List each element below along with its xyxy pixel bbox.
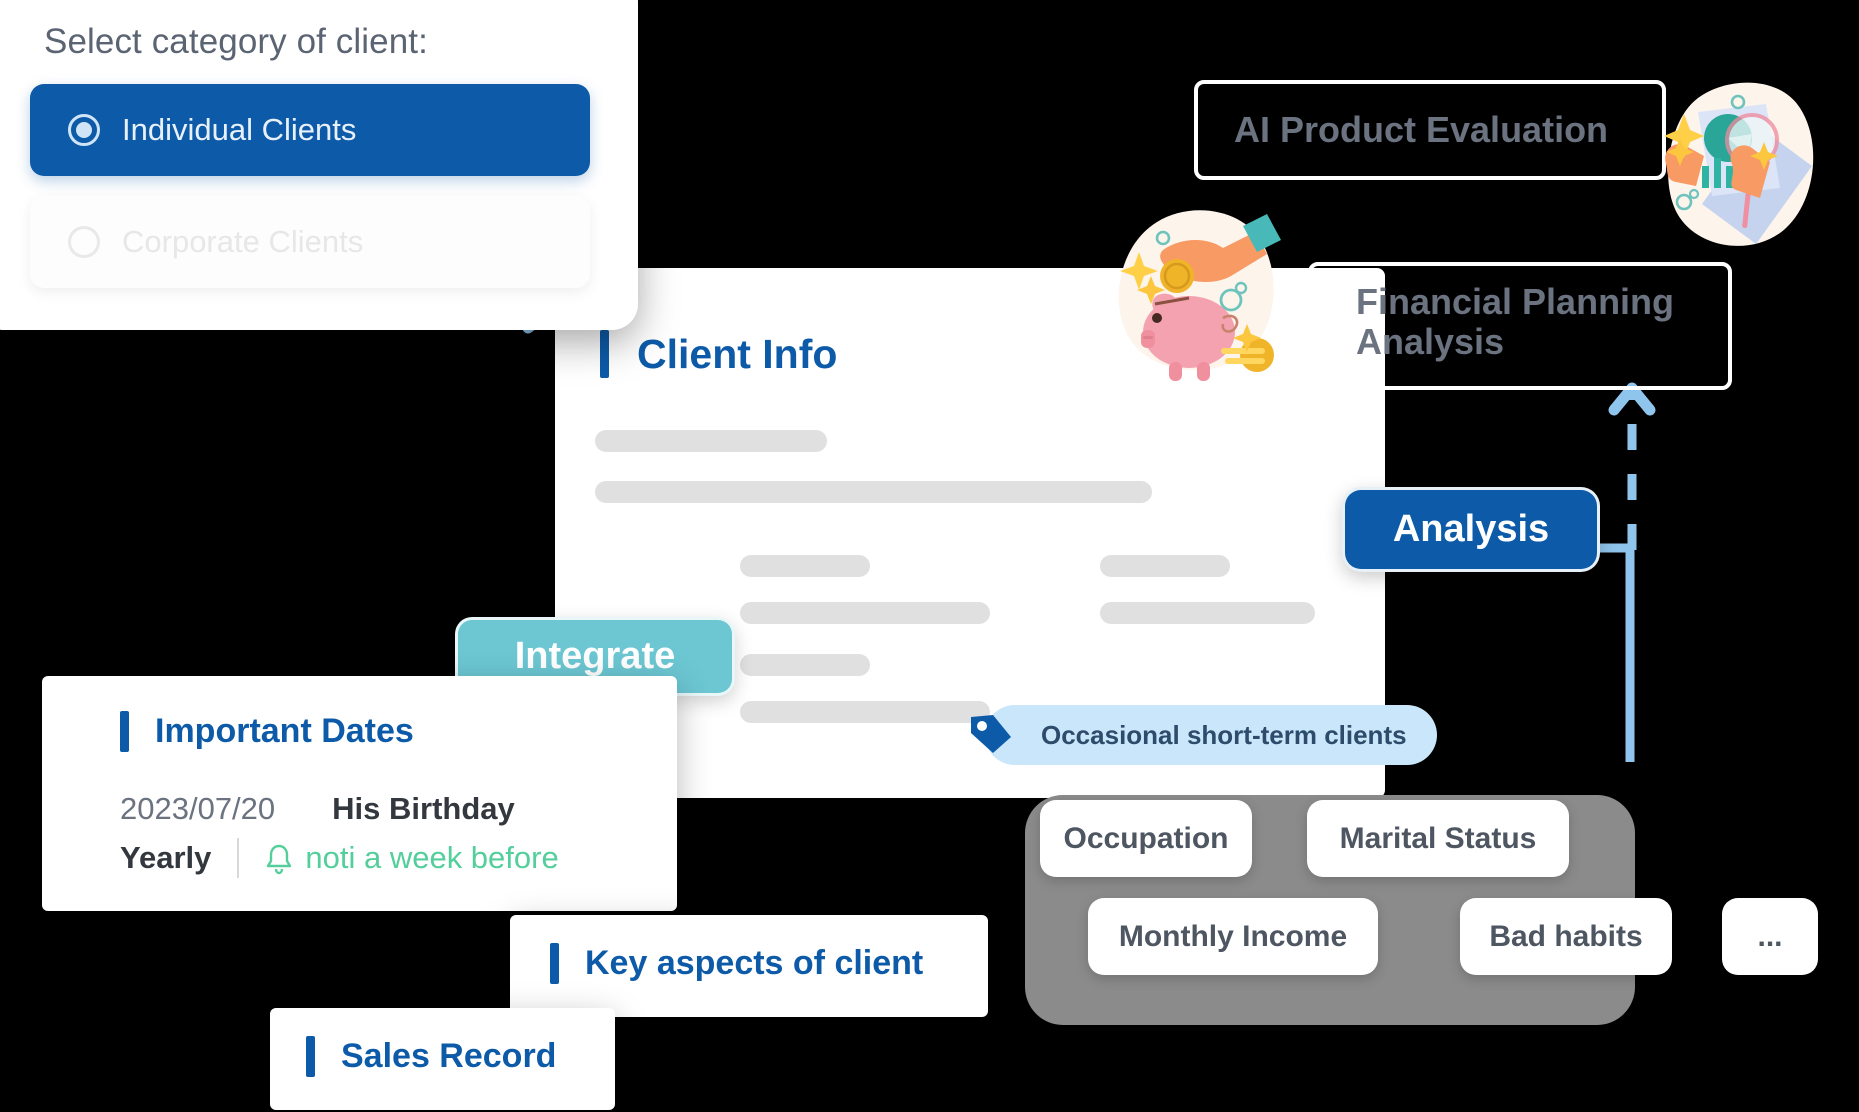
- accent-bar: [306, 1036, 315, 1077]
- radio-selected-icon: [68, 114, 100, 146]
- financial-planning-line2: Analysis: [1356, 321, 1505, 363]
- accent-bar: [600, 330, 609, 378]
- skeleton-bar: [1100, 555, 1230, 577]
- analysis-button[interactable]: Analysis: [1342, 487, 1600, 572]
- divider: [237, 838, 240, 878]
- aspect-chip-label: ...: [1757, 919, 1783, 953]
- client-category-selector-panel: Select category of client: Individual Cl…: [0, 0, 638, 330]
- important-dates-title: Important Dates: [155, 712, 414, 750]
- accent-bar: [120, 711, 129, 752]
- radio-unselected-icon: [68, 226, 100, 258]
- sales-record-header: Sales Record: [306, 1036, 556, 1077]
- selector-title: Select category of client:: [44, 22, 428, 61]
- ai-product-evaluation-frame[interactable]: AI Product Evaluation: [1194, 80, 1666, 180]
- notification-text: noti a week before: [305, 840, 559, 875]
- connector-analysis-stub: [1600, 543, 1630, 553]
- skeleton-bar: [740, 602, 990, 624]
- bell-icon: [267, 844, 292, 875]
- key-aspects-header: Key aspects of client: [550, 943, 923, 984]
- aspect-chip-label: Marital Status: [1339, 821, 1537, 855]
- radio-label-individual: Individual Clients: [122, 112, 357, 147]
- radio-label-corporate: Corporate Clients: [122, 224, 364, 259]
- chart-magnifier-illustration-icon: [1664, 82, 1814, 246]
- sales-record-card: Sales Record: [270, 1008, 615, 1110]
- radio-option-individual-clients[interactable]: Individual Clients: [30, 84, 590, 176]
- important-dates-header: Important Dates: [120, 711, 414, 752]
- aspect-chip-label: Bad habits: [1489, 919, 1643, 953]
- aspect-chip-monthly-income[interactable]: Monthly Income: [1088, 898, 1378, 975]
- skeleton-bar: [595, 430, 827, 452]
- skeleton-bar: [740, 654, 870, 676]
- sales-record-title: Sales Record: [341, 1037, 557, 1075]
- aspect-chip-label: Occupation: [1063, 821, 1229, 855]
- radio-option-corporate-clients[interactable]: Corporate Clients: [30, 196, 590, 288]
- occasional-clients-tag-label: Occasional short-term clients: [1041, 719, 1407, 750]
- financial-planning-line1: Financial Planning: [1356, 281, 1675, 322]
- important-date-event: His Birthday: [332, 791, 515, 826]
- important-date-frequency-row: Yearly noti a week before: [120, 838, 559, 878]
- client-info-title: Client Info: [637, 330, 838, 377]
- key-aspects-title: Key aspects of client: [585, 944, 924, 982]
- integrate-button-label: Integrate: [514, 635, 676, 677]
- analysis-button-label: Analysis: [1392, 508, 1550, 550]
- important-date-frequency: Yearly: [120, 840, 212, 875]
- piggy-bank-illustration-icon: [1118, 210, 1281, 381]
- client-info-header: Client Info: [600, 330, 837, 378]
- skeleton-bar: [1100, 602, 1315, 624]
- tag-icon: [971, 715, 1011, 753]
- accent-bar: [550, 943, 559, 984]
- important-dates-card: Important Dates 2023/07/20 His Birthday …: [42, 676, 677, 911]
- ai-product-evaluation-label: AI Product Evaluation: [1234, 109, 1609, 150]
- important-date-row: 2023/07/20 His Birthday: [120, 791, 515, 827]
- aspect-chip-label: Monthly Income: [1118, 919, 1348, 953]
- important-date-value: 2023/07/20: [120, 791, 276, 826]
- aspect-chip-more[interactable]: ...: [1722, 898, 1818, 975]
- skeleton-bar: [740, 701, 990, 723]
- occasional-clients-tag[interactable]: Occasional short-term clients: [971, 705, 1437, 765]
- financial-planning-analysis-label: Financial Planning Analysis: [1356, 281, 1728, 363]
- aspect-chip-bad-habits[interactable]: Bad habits: [1460, 898, 1672, 975]
- skeleton-bar: [740, 555, 870, 577]
- financial-planning-analysis-frame[interactable]: Financial Planning Analysis: [1308, 262, 1732, 390]
- aspect-chip-marital-status[interactable]: Marital Status: [1307, 800, 1569, 877]
- canvas: Client Info Select category of client: I…: [0, 0, 1859, 1112]
- key-aspects-card: Key aspects of client: [510, 915, 988, 1017]
- aspect-chip-occupation[interactable]: Occupation: [1040, 800, 1252, 877]
- skeleton-bar: [595, 481, 1152, 503]
